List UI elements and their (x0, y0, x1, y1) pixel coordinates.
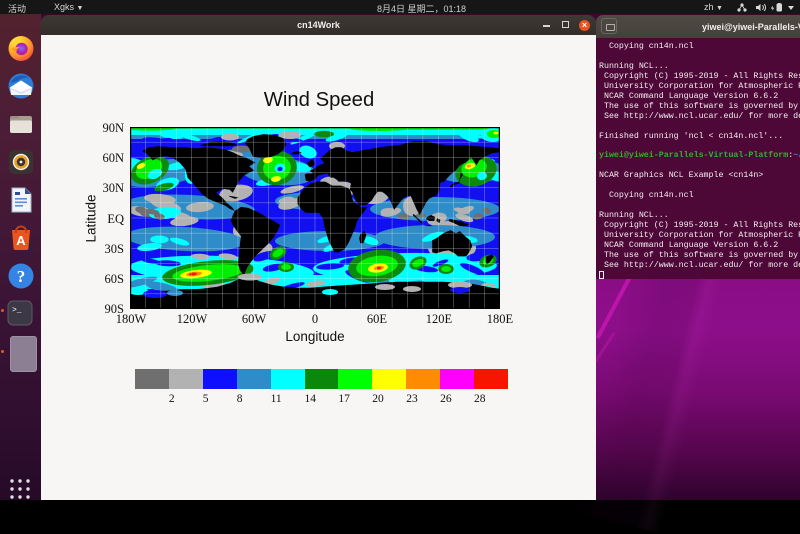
svg-text:?: ? (17, 267, 26, 286)
svg-text:A: A (16, 233, 26, 248)
svg-text:>_: >_ (12, 306, 22, 315)
